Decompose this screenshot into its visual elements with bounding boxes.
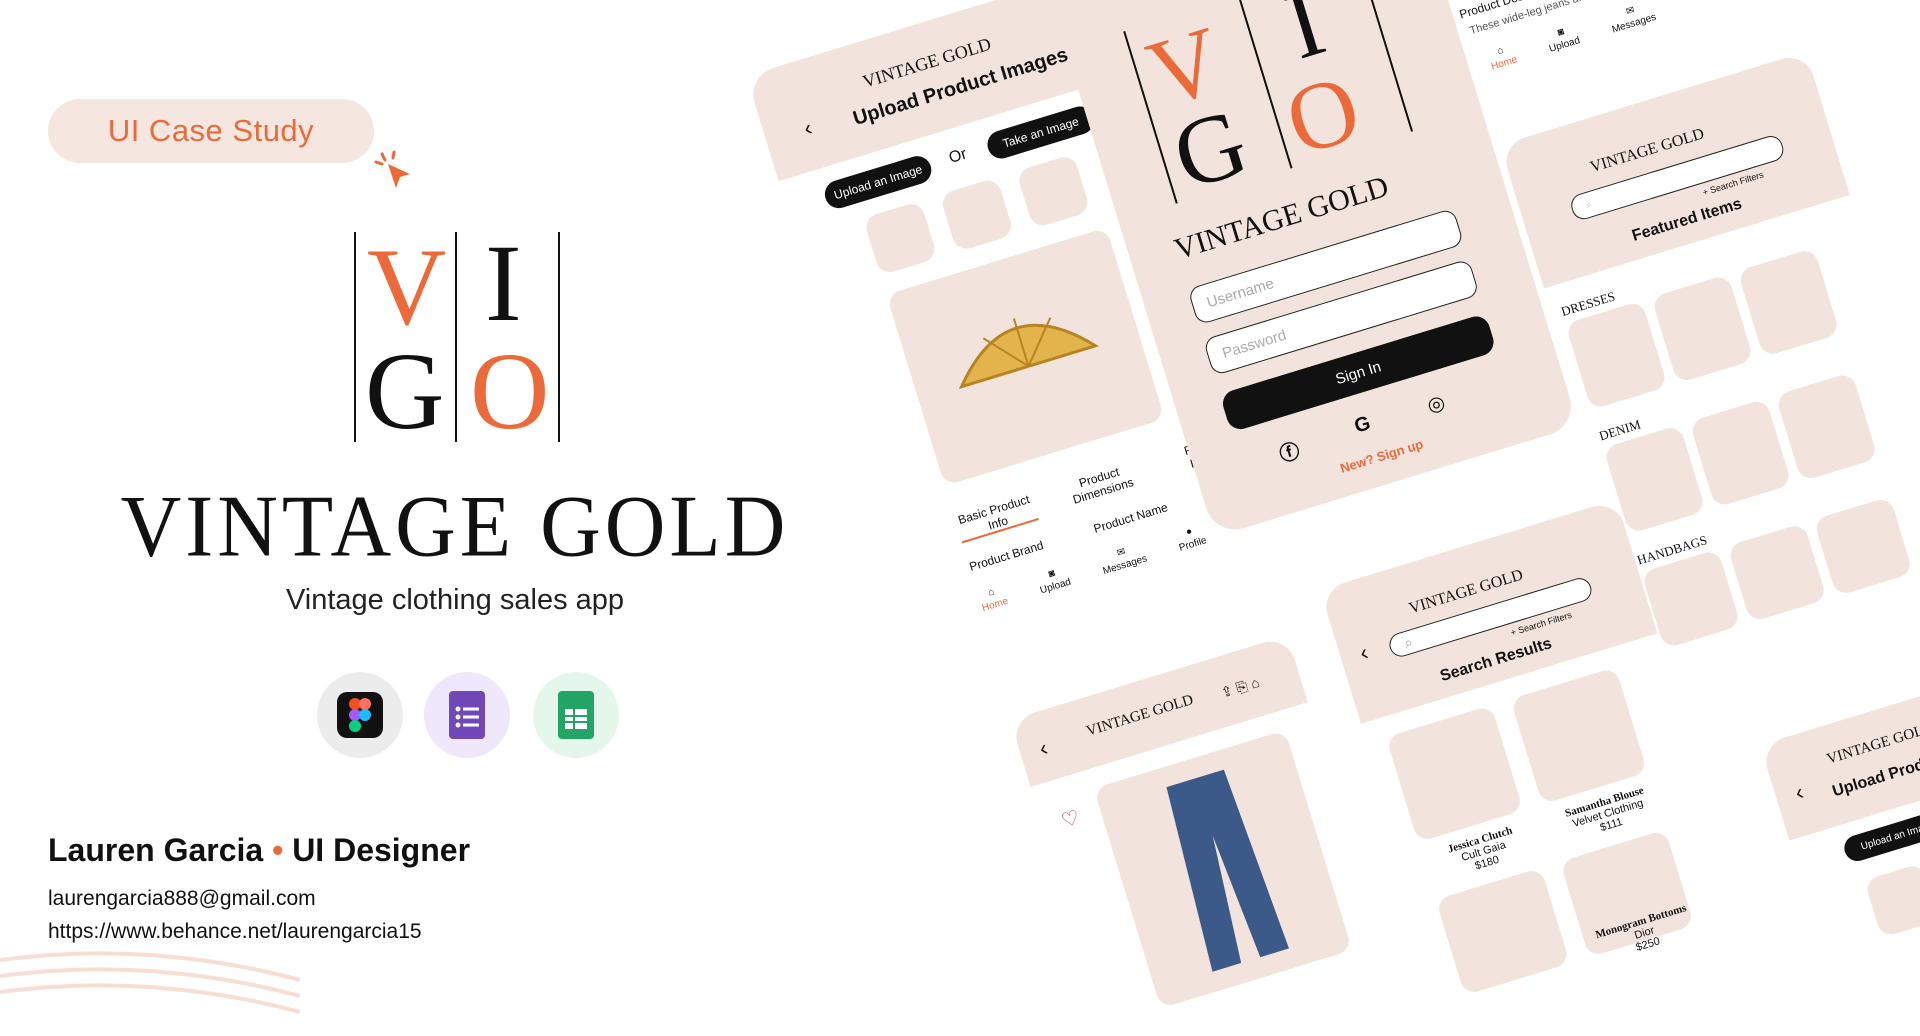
nav-profile[interactable]: ● Profile bbox=[1174, 523, 1208, 554]
nav-messages[interactable]: ✉ Messages bbox=[1098, 541, 1149, 577]
image-thumb-1[interactable] bbox=[862, 200, 938, 276]
email-link[interactable]: laurengarcia888@gmail.com bbox=[48, 887, 316, 911]
main-product-image bbox=[886, 227, 1165, 486]
tab-dimensions[interactable]: Product Dimensions bbox=[1059, 459, 1144, 511]
dress-thumb-3[interactable] bbox=[1737, 247, 1841, 358]
dress-thumb-1[interactable] bbox=[1565, 300, 1668, 410]
nav-upload[interactable]: ◙ Upload bbox=[1035, 564, 1073, 596]
facebook-icon[interactable]: ⓕ bbox=[1275, 434, 1303, 468]
frag-thumb[interactable] bbox=[1864, 862, 1920, 938]
instagram-icon[interactable]: ◎ bbox=[1424, 389, 1449, 422]
logo-letter-v: V bbox=[367, 226, 447, 348]
bamboo-bag-icon bbox=[958, 317, 1100, 390]
image-thumb-3[interactable] bbox=[1015, 153, 1091, 229]
image-thumb-2[interactable] bbox=[939, 177, 1015, 253]
result-thumb-1[interactable] bbox=[1385, 705, 1524, 843]
heart-icon[interactable]: ♡ bbox=[1058, 805, 1083, 834]
login-logo-g: G bbox=[1161, 87, 1259, 211]
result-thumb-2[interactable] bbox=[1510, 666, 1648, 805]
bag-thumb-2[interactable] bbox=[1727, 522, 1828, 623]
upload-fragment: VINTAGE GOLD ‹ Upload Product Upload an … bbox=[1760, 686, 1920, 1032]
google-icon[interactable]: G bbox=[1352, 412, 1375, 444]
logo-letter-g: G bbox=[365, 330, 445, 452]
figma-icon bbox=[337, 692, 383, 738]
top-nav-messages[interactable]: ✉ Messages bbox=[1607, 0, 1658, 36]
product-screen: VINTAGE GOLD ‹ ⇪⎘⌂ ♡ bbox=[1010, 632, 1393, 1036]
figma-tool bbox=[317, 672, 403, 758]
forms-tool bbox=[424, 672, 510, 758]
brand-title: VINTAGE GOLD bbox=[120, 477, 790, 576]
denim-thumb-3[interactable] bbox=[1775, 372, 1879, 482]
decorative-lines bbox=[0, 951, 300, 1014]
top-nav-upload[interactable]: ◙ Upload bbox=[1544, 23, 1582, 55]
nav-home[interactable]: ⌂ Home bbox=[977, 583, 1010, 614]
author-line: Lauren Garcia • UI Designer bbox=[48, 832, 471, 868]
vigo-logo: V I G O bbox=[350, 226, 565, 446]
result-thumb-3[interactable] bbox=[1435, 867, 1571, 996]
bag-thumb-3[interactable] bbox=[1813, 496, 1914, 597]
jeans-image bbox=[1093, 730, 1353, 1009]
jeans-icon bbox=[1166, 769, 1289, 972]
product-brand-label: Product Brand bbox=[967, 538, 1046, 574]
or-label: Or bbox=[946, 145, 969, 167]
tab-basic-info[interactable]: Basic Product Info bbox=[953, 491, 1039, 544]
top-nav-home[interactable]: ⌂ Home bbox=[1486, 42, 1519, 73]
logo-letter-i: I bbox=[485, 222, 522, 344]
denim-thumb-2[interactable] bbox=[1689, 398, 1793, 508]
sheets-tool bbox=[533, 672, 619, 758]
product-name-label: Product Name bbox=[1091, 500, 1170, 536]
google-forms-icon bbox=[449, 691, 485, 739]
case-study-pill: UI Case Study bbox=[48, 99, 374, 163]
google-sheets-icon bbox=[558, 691, 594, 739]
tagline: Vintage clothing sales app bbox=[285, 584, 625, 616]
dress-thumb-2[interactable] bbox=[1651, 274, 1754, 384]
logo-letter-o: O bbox=[470, 330, 550, 452]
cursor-click-icon bbox=[374, 150, 410, 188]
